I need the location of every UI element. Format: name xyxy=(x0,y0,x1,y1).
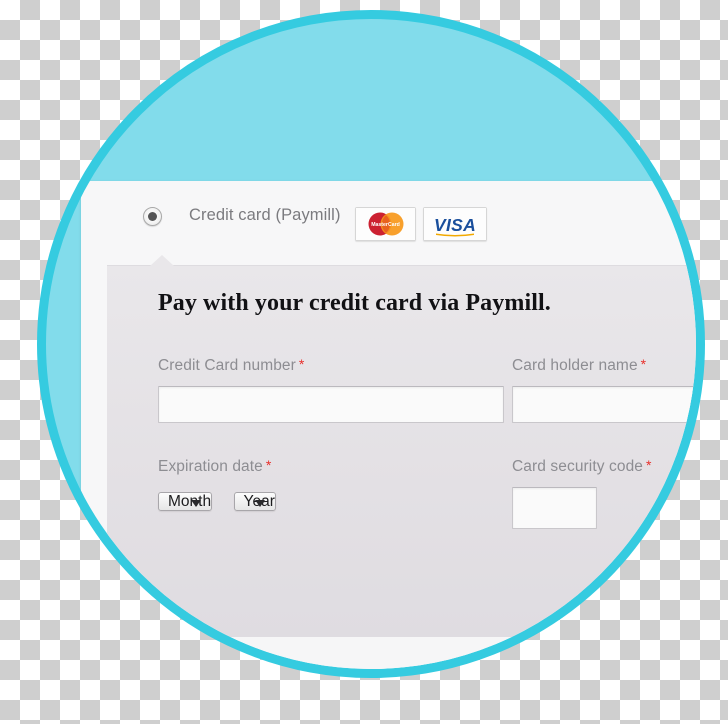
select-wrap-year[interactable]: Year xyxy=(233,487,276,517)
label-holder-name-text: Card holder name xyxy=(512,357,638,374)
svg-text:VISA: VISA xyxy=(434,215,476,235)
payment-method-label: Credit card (Paymill) xyxy=(189,206,341,224)
chevron-down-icon-year xyxy=(254,500,265,507)
required-asterisk-expiration: * xyxy=(265,457,272,473)
panel-pointer-arrow xyxy=(150,255,174,266)
field-group-holder-name: Card holder name * xyxy=(512,356,696,423)
payment-method-row[interactable]: Credit card (Paymill) MasterCard VISA xyxy=(81,181,696,255)
label-security-code: Card security code * xyxy=(512,457,652,476)
chevron-down-icon-month xyxy=(191,500,202,507)
circular-badge-background: Credit card (Paymill) MasterCard VISA Pa… xyxy=(37,10,705,678)
required-asterisk-card-number: * xyxy=(298,356,305,372)
field-group-security-code: Card security code * xyxy=(512,457,652,529)
paymill-heading: Pay with your credit card via Paymill. xyxy=(158,290,551,316)
mastercard-icon: MasterCard xyxy=(355,207,416,241)
field-group-card-number: Credit Card number * xyxy=(158,356,504,423)
label-holder-name: Card holder name * xyxy=(512,356,696,375)
svg-text:MasterCard: MasterCard xyxy=(371,222,400,228)
paymill-form-panel: Pay with your credit card via Paymill. C… xyxy=(107,255,696,638)
radio-credit-card-paymill[interactable] xyxy=(143,207,162,226)
select-expiration-month[interactable]: Month xyxy=(158,492,213,511)
checkout-payment-card: Credit card (Paymill) MasterCard VISA Pa… xyxy=(81,181,696,669)
visa-icon: VISA xyxy=(423,207,487,241)
label-card-number-text: Credit Card number xyxy=(158,357,296,374)
label-expiration-date-text: Expiration date xyxy=(158,458,263,475)
input-holder-name[interactable] xyxy=(512,386,696,423)
select-wrap-month[interactable]: Month xyxy=(158,487,213,517)
input-card-number[interactable] xyxy=(158,386,504,423)
card-footer-strip xyxy=(81,637,696,669)
required-asterisk-security-code: * xyxy=(646,457,652,473)
label-expiration-date: Expiration date * xyxy=(158,457,276,476)
field-group-expiration: Expiration date * Month Year xyxy=(158,457,276,517)
required-asterisk-holder-name: * xyxy=(640,356,647,372)
input-security-code[interactable] xyxy=(512,487,597,529)
label-security-code-text: Card security code xyxy=(512,458,644,475)
label-card-number: Credit Card number * xyxy=(158,356,504,375)
